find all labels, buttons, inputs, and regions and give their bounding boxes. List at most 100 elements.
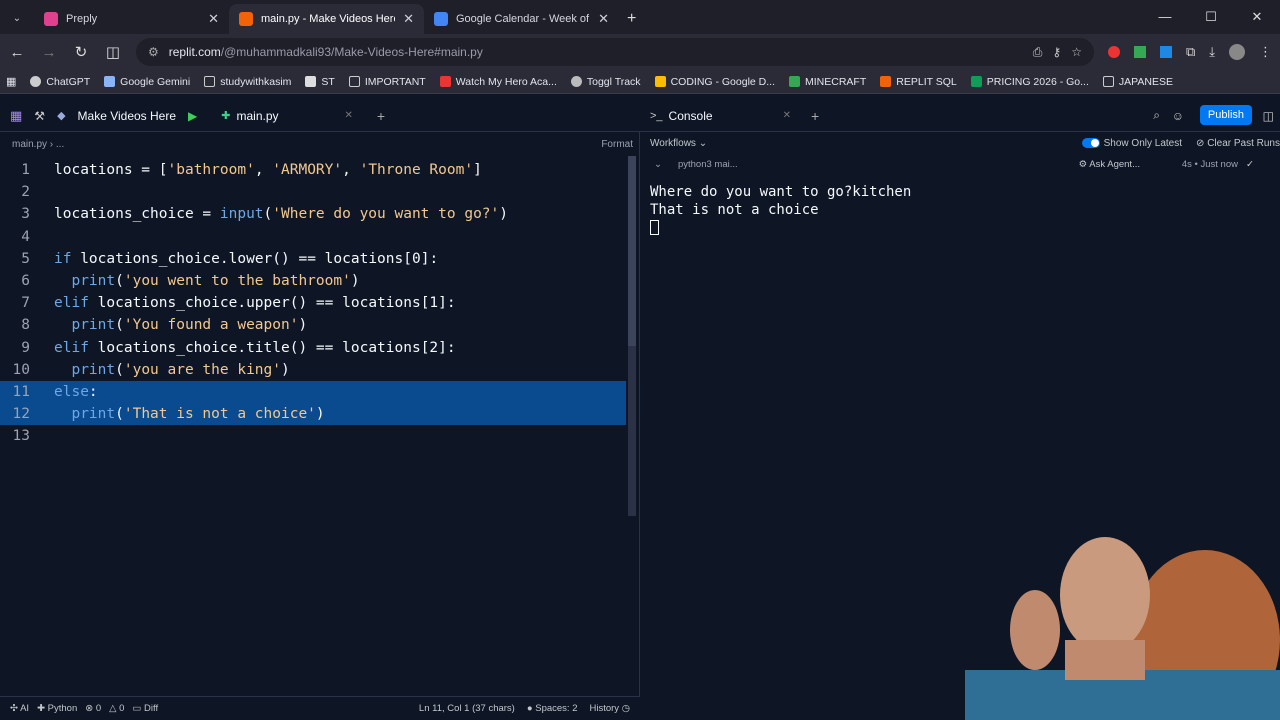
diff-button[interactable]: ▭ Diff (132, 703, 158, 714)
bookmark-st[interactable]: ST (305, 75, 335, 88)
scrollbar-thumb[interactable] (628, 156, 636, 346)
bookmark-japanese[interactable]: JAPANESE (1102, 76, 1173, 88)
extension-drive-icon[interactable] (1133, 46, 1146, 58)
language-label: Python (47, 703, 78, 714)
close-icon[interactable]: ✕ (208, 11, 219, 27)
close-icon[interactable]: ✕ (783, 110, 791, 121)
code-line[interactable]: 12 print('That is not a choice') (0, 403, 626, 426)
cursor-position[interactable]: Ln 11, Col 1 (37 chars) (419, 703, 515, 714)
history-button[interactable]: History ◷ (590, 703, 631, 714)
code-line[interactable]: 4 (0, 226, 626, 248)
add-tab-icon[interactable]: + (811, 108, 819, 124)
run-row[interactable]: ⌄ python3 mai... ⚙ Ask Agent... 4s • Jus… (644, 154, 1280, 174)
code-line[interactable]: 1 locations = ['bathroom', 'ARMORY', 'Thr… (0, 159, 626, 181)
toggle-switch[interactable] (1081, 137, 1100, 148)
close-icon[interactable]: ✕ (403, 11, 414, 27)
close-icon[interactable]: ✕ (345, 110, 353, 121)
line-number: 1 (21, 162, 30, 178)
new-tab-icon[interactable]: + (619, 4, 636, 34)
site-info-icon[interactable]: ⚙ (148, 45, 159, 59)
project-name[interactable]: Make Videos Here (78, 109, 177, 123)
tab-search-icon[interactable]: ⌄ (0, 4, 34, 34)
console-output[interactable]: Where do you want to go?kitchen That is n… (644, 174, 1280, 247)
bookmark-chatgpt[interactable]: ChatGPT (30, 76, 90, 88)
code-line[interactable]: 10 print('you are the king') (0, 359, 626, 381)
st-icon (305, 76, 317, 87)
browser-tab-replit[interactable]: main.py - Make Videos Here - Repl ✕ (229, 4, 424, 34)
invite-user-icon[interactable]: ☺ (1172, 109, 1184, 123)
workflows-dropdown[interactable]: Workflows ⌄ (650, 138, 707, 149)
reload-icon[interactable]: ↻ (72, 43, 90, 61)
bookmark-gemini[interactable]: Google Gemini (104, 76, 190, 88)
download-icon[interactable]: ⤓ (1209, 44, 1215, 60)
address-bar-row: ← → ↻ ◫ ⚙ replit.com/@muhammadkali93/Mak… (0, 34, 1280, 70)
line-number: 12 (12, 406, 30, 423)
line-number: 6 (21, 273, 30, 289)
bookmark-hero-academia[interactable]: Watch My Hero Aca... (439, 76, 557, 88)
show-only-latest-toggle[interactable]: Show Only Latest (1081, 137, 1182, 149)
panel-toggle-icon[interactable]: ◫ (1263, 109, 1274, 123)
code-line[interactable]: 3 locations_choice = input('Where do you … (0, 203, 626, 225)
warnings-indicator[interactable]: △ 0 (109, 703, 124, 714)
url-input[interactable]: ⚙ replit.com/@muhammadkali93/Make-Videos… (136, 38, 1094, 66)
bookmark-minecraft[interactable]: MINECRAFT (789, 76, 866, 88)
close-icon[interactable]: ✕ (598, 11, 609, 27)
code-line[interactable]: 5 if locations_choice.lower() == location… (0, 248, 626, 270)
extension-red-icon[interactable] (1107, 46, 1120, 58)
browser-tab-preply[interactable]: Preply ✕ (34, 4, 229, 34)
chevron-down-icon[interactable]: ⌄ (654, 159, 662, 170)
code-line[interactable]: 9 elif locations_choice.title() == locati… (0, 337, 626, 359)
bookmark-star-icon[interactable]: ☆ (1071, 45, 1082, 59)
sidebar-icon[interactable]: ◫ (104, 43, 122, 61)
indentation[interactable]: ● Spaces: 2 (527, 703, 578, 714)
format-button[interactable]: Format (601, 139, 633, 150)
menu-dots-icon[interactable]: ⋮ (1259, 44, 1272, 60)
install-app-icon[interactable]: ⎙ (1033, 45, 1043, 60)
extension-blue-icon[interactable] (1159, 46, 1172, 58)
apps-grid-icon[interactable]: ▦ (6, 75, 16, 88)
close-window-icon[interactable]: ✕ (1234, 0, 1280, 34)
extensions-puzzle-icon[interactable]: ⧉ (1186, 44, 1195, 60)
bookmark-label: ST (321, 75, 335, 88)
code-line[interactable]: 2 (0, 181, 626, 203)
console-tab[interactable]: Console (669, 109, 713, 123)
browser-tab-calendar[interactable]: Google Calendar - Week of Feb ✕ (424, 4, 619, 34)
bookmark-coding[interactable]: CODING - Google D... (654, 76, 775, 88)
minimize-icon[interactable]: — (1142, 0, 1188, 34)
profile-avatar[interactable] (1229, 44, 1245, 60)
code-line[interactable]: 8 print('You found a weapon') (0, 314, 626, 336)
bookmark-important[interactable]: IMPORTANT (348, 76, 426, 88)
clear-past-runs-button[interactable]: ⊘ Clear Past Runs (1196, 138, 1280, 149)
bookmark-toggl[interactable]: Toggl Track (570, 76, 641, 88)
password-key-icon[interactable]: ⚷ (1052, 45, 1061, 59)
drive-icon (654, 76, 666, 87)
ai-indicator[interactable]: ✣ AI (10, 703, 29, 714)
chatgpt-icon (30, 76, 42, 87)
output-line: That is not a choice (650, 201, 819, 218)
run-icon[interactable]: ▶ (188, 109, 197, 123)
console-icon: >_ (650, 109, 663, 122)
code-text: elif locations_choice.title() == locatio… (54, 339, 456, 356)
replit-menu-icon[interactable]: ▦ (10, 108, 22, 124)
calendar-icon (434, 12, 448, 26)
code-line[interactable]: 6 print('you went to the bathroom') (0, 270, 626, 292)
add-tab-icon[interactable]: + (377, 108, 385, 124)
bookmark-pricing[interactable]: PRICING 2026 - Go... (970, 76, 1089, 88)
bookmark-studywithkasim[interactable]: studywithkasim (204, 76, 291, 88)
tools-icon[interactable]: ⚒ (34, 109, 45, 123)
publish-button[interactable]: Publish (1199, 105, 1252, 125)
folder-icon (204, 76, 216, 87)
errors-indicator[interactable]: ⊗ 0 (85, 703, 101, 714)
back-icon[interactable]: ← (8, 44, 26, 61)
search-icon[interactable]: ⌕ (1153, 108, 1160, 123)
code-line[interactable]: 13 (0, 425, 626, 447)
code-editor[interactable]: main.py › ... Format 1 locations = ['bath… (0, 132, 640, 696)
bookmark-replit-sql[interactable]: REPLIT SQL (880, 76, 957, 88)
language-indicator[interactable]: ✚ Python (37, 703, 77, 714)
maximize-icon[interactable]: ☐ (1188, 0, 1234, 34)
forward-icon[interactable]: → (40, 44, 58, 61)
tab-main-py[interactable]: ✚ main.py ✕ (209, 109, 365, 123)
ask-agent-button[interactable]: ⚙ Ask Agent... (1079, 159, 1140, 170)
code-line[interactable]: 7 elif locations_choice.upper() == locati… (0, 292, 626, 314)
code-line[interactable]: 11 else: (0, 381, 626, 403)
